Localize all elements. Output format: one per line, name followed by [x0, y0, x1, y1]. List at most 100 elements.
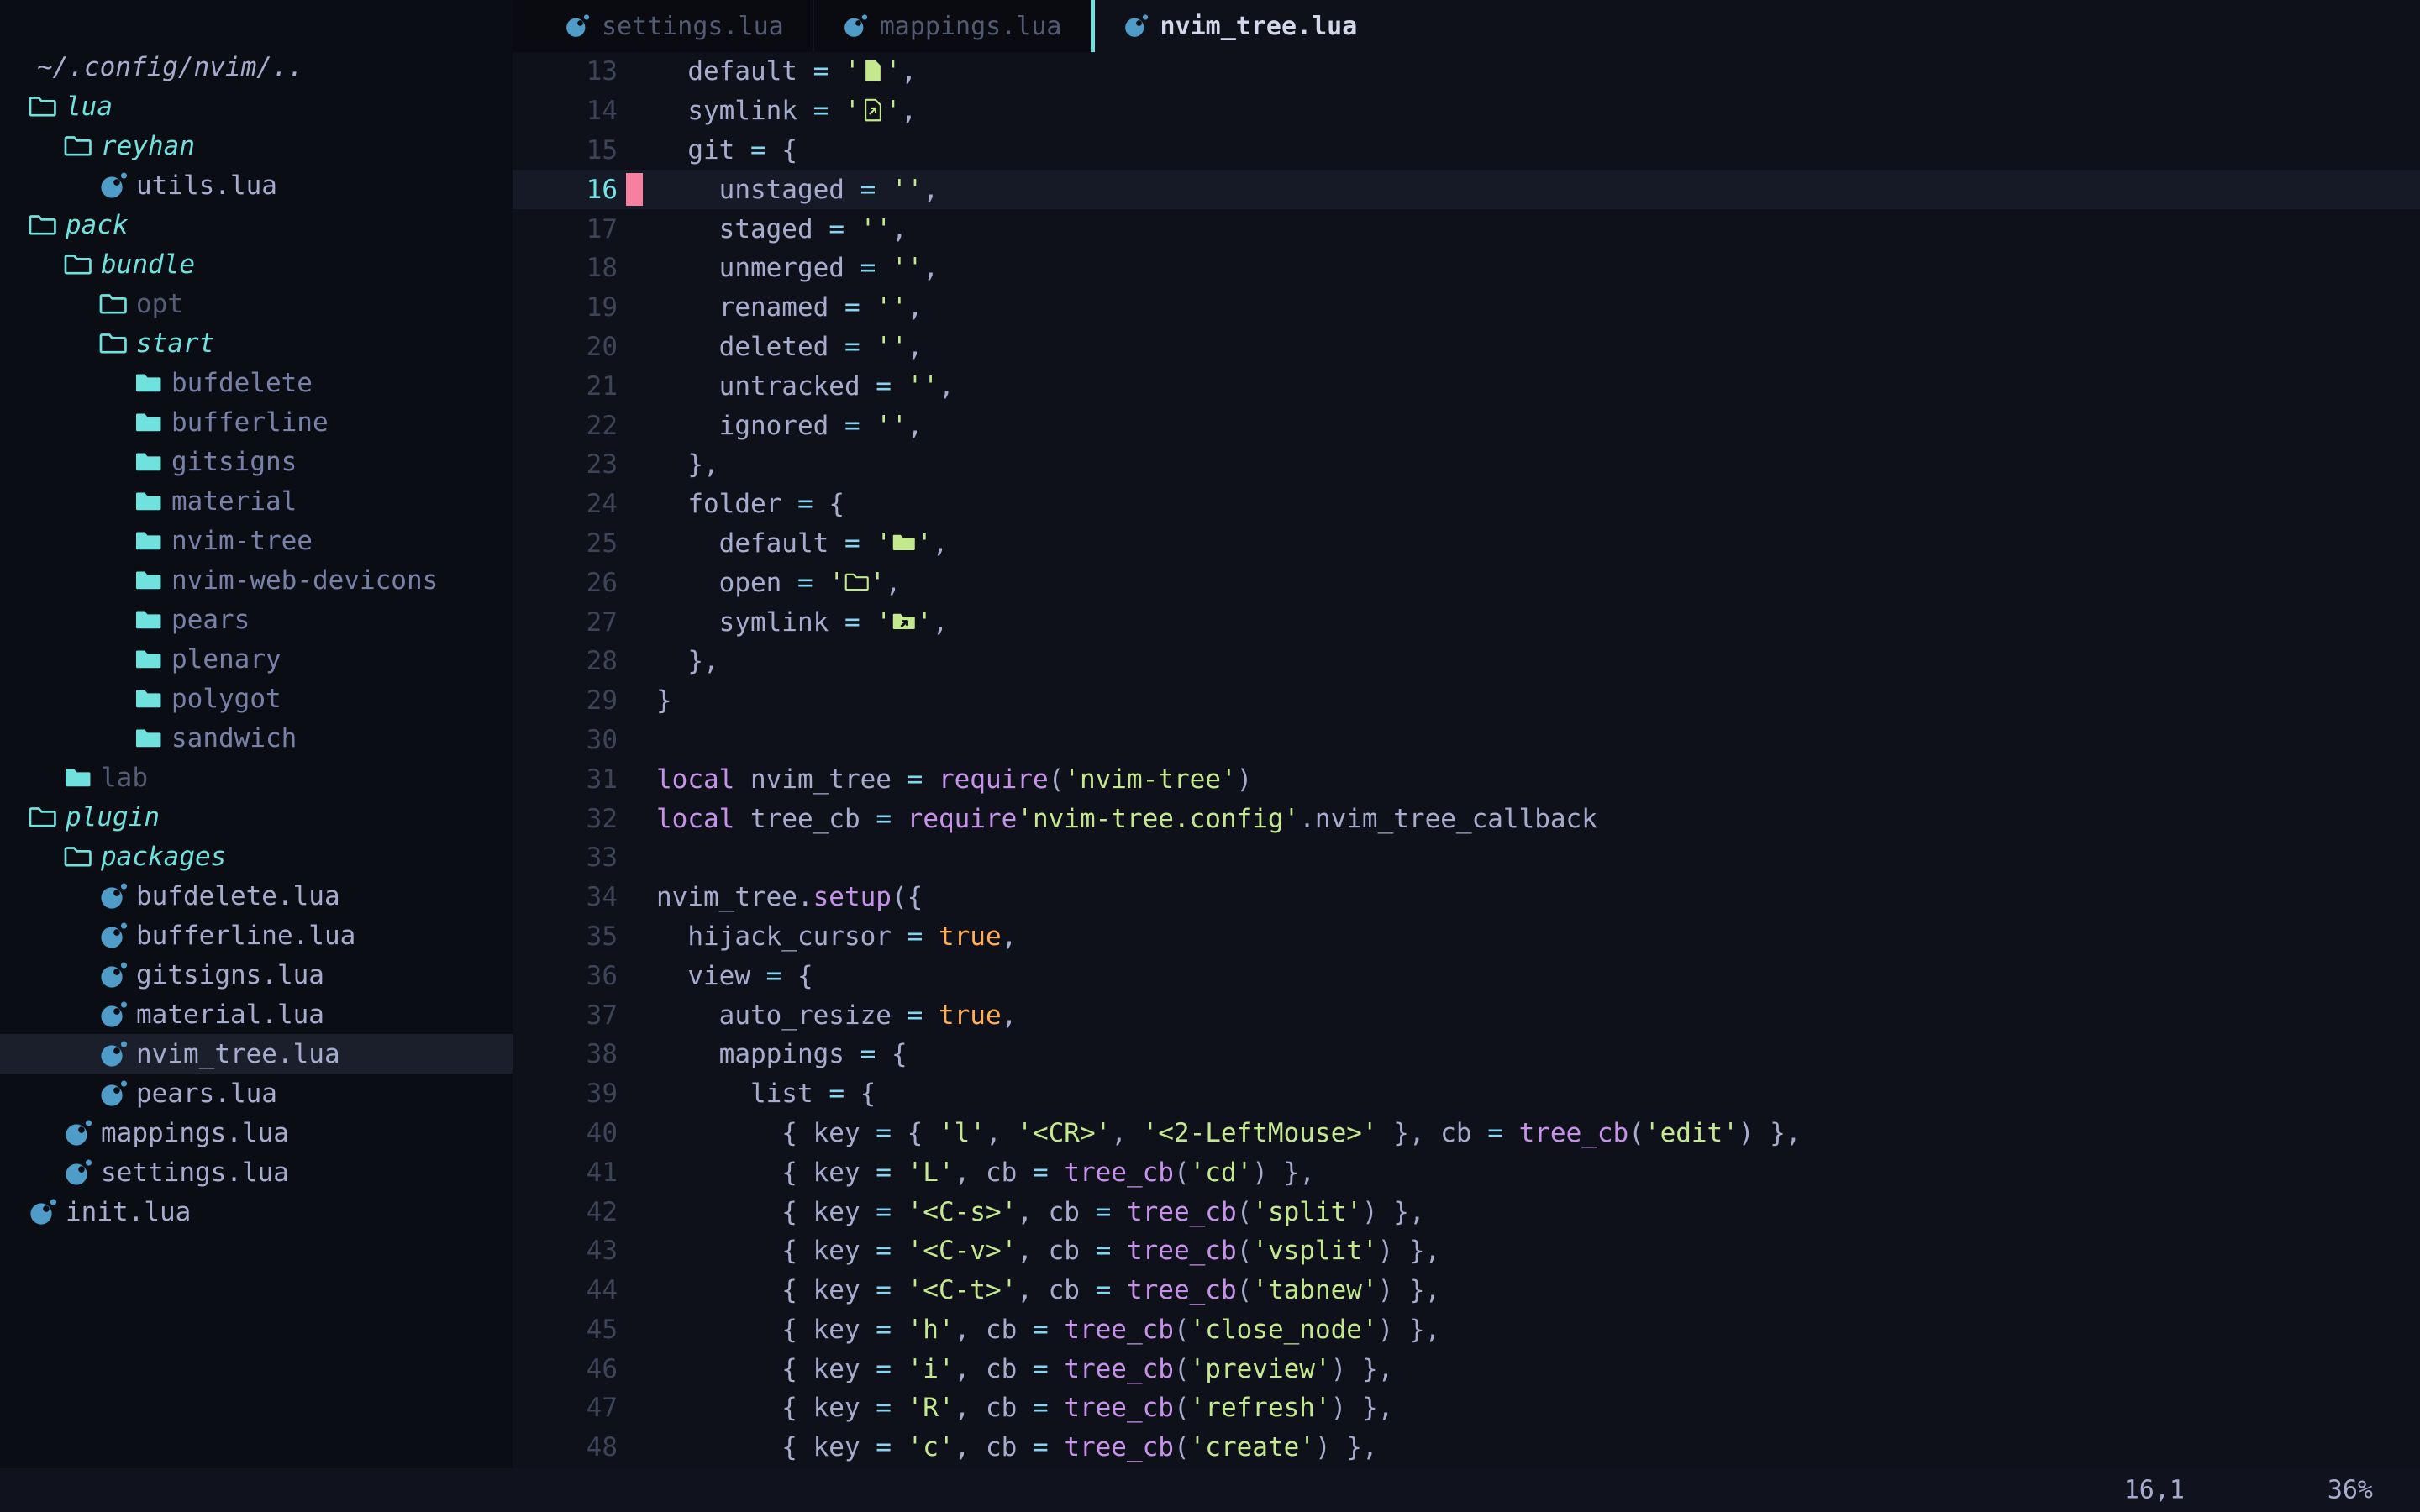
code-line-24[interactable]: 24 folder = { — [513, 485, 2420, 524]
tree-item-bufdelete-lua[interactable]: bufdelete.lua — [0, 876, 513, 916]
tree-item-nvim-tree-lua[interactable]: nvim_tree.lua — [0, 1034, 513, 1074]
code-line-39[interactable]: 39 list = { — [513, 1074, 2420, 1114]
tree-item-bufdelete[interactable]: bufdelete — [0, 363, 513, 402]
gutter-spacer — [618, 485, 656, 524]
tree-item-config-nvim[interactable]: ~/.config/nvim/.. — [0, 47, 513, 87]
code-line-36[interactable]: 36 view = { — [513, 956, 2420, 995]
code-text: open = '', — [656, 568, 901, 598]
tree-item-label: bufferline.lua — [136, 921, 355, 951]
code-line-27[interactable]: 27 symlink = '', — [513, 602, 2420, 642]
tree-item-gitsigns[interactable]: gitsigns — [0, 442, 513, 481]
code-line-46[interactable]: 46 { key = 'i', cb = tree_cb('preview') … — [513, 1349, 2420, 1389]
tree-item-bundle[interactable]: bundle — [0, 244, 513, 284]
tree-item-reyhan[interactable]: reyhan — [0, 126, 513, 165]
tab-mappings-lua[interactable]: mappings.lua — [813, 0, 1091, 52]
lua-file-icon — [99, 1079, 128, 1108]
code-text: { key = '<C-t>', cb = tree_cb('tabnew') … — [656, 1275, 1440, 1305]
code-line-33[interactable]: 33 — [513, 838, 2420, 878]
gutter-spacer — [618, 799, 656, 838]
tree-item-mappings-lua[interactable]: mappings.lua — [0, 1113, 513, 1152]
code-text: mappings = { — [656, 1039, 908, 1069]
code-line-45[interactable]: 45 { key = 'h', cb = tree_cb('close_node… — [513, 1310, 2420, 1350]
line-number: 32 — [513, 804, 618, 834]
tab-settings-lua[interactable]: settings.lua — [536, 0, 813, 52]
line-number: 17 — [513, 214, 618, 244]
code-line-41[interactable]: 41 { key = 'L', cb = tree_cb('cd') }, — [513, 1152, 2420, 1192]
tree-item-lab[interactable]: lab — [0, 758, 513, 797]
tree-item-nvim-tree[interactable]: nvim-tree — [0, 521, 513, 560]
code-line-13[interactable]: 13 default = '', — [513, 52, 2420, 92]
tree-item-material[interactable]: material — [0, 481, 513, 521]
code-line-43[interactable]: 43 { key = '<C-v>', cb = tree_cb('vsplit… — [513, 1231, 2420, 1271]
code-line-22[interactable]: 22 ignored = '', — [513, 406, 2420, 445]
code-line-32[interactable]: 32local tree_cb = require'nvim-tree.conf… — [513, 799, 2420, 838]
tree-item-plugin[interactable]: plugin — [0, 797, 513, 837]
lua-file-icon — [99, 1000, 128, 1029]
line-number: 23 — [513, 449, 618, 480]
code-line-26[interactable]: 26 open = '', — [513, 563, 2420, 602]
code-line-35[interactable]: 35 hijack_cursor = true, — [513, 917, 2420, 957]
folder-closed-icon — [134, 369, 163, 397]
tree-item-label: plenary — [171, 644, 281, 675]
code-line-40[interactable]: 40 { key = { 'l', '<CR>', '<2-LeftMouse>… — [513, 1114, 2420, 1153]
code-line-20[interactable]: 20 deleted = '', — [513, 328, 2420, 367]
code-line-31[interactable]: 31local nvim_tree = require('nvim-tree') — [513, 759, 2420, 799]
code-line-19[interactable]: 19 renamed = '', — [513, 288, 2420, 328]
block-cursor — [626, 173, 643, 206]
folder-open-icon — [64, 843, 92, 871]
tree-item-bufferline[interactable]: bufferline — [0, 402, 513, 442]
tree-item-utils-lua[interactable]: utils.lua — [0, 165, 513, 205]
code-line-17[interactable]: 17 staged = '', — [513, 209, 2420, 249]
gutter-spacer — [618, 1035, 656, 1074]
tree-item-pears-lua[interactable]: pears.lua — [0, 1074, 513, 1113]
code-line-23[interactable]: 23 }, — [513, 445, 2420, 485]
code-line-38[interactable]: 38 mappings = { — [513, 1035, 2420, 1074]
tree-item-label: pack — [66, 210, 129, 240]
code-line-18[interactable]: 18 unmerged = '', — [513, 249, 2420, 288]
tree-item-lua[interactable]: lua — [0, 87, 513, 126]
code-line-29[interactable]: 29} — [513, 681, 2420, 721]
tree-item-pears[interactable]: pears — [0, 600, 513, 639]
code-line-42[interactable]: 42 { key = '<C-s>', cb = tree_cb('split'… — [513, 1192, 2420, 1231]
tree-item-gitsigns-lua[interactable]: gitsigns.lua — [0, 955, 513, 995]
tree-item-nvim-web-devicons[interactable]: nvim-web-devicons — [0, 560, 513, 600]
tree-item-material-lua[interactable]: material.lua — [0, 995, 513, 1034]
tree-item-label: utils.lua — [136, 171, 277, 201]
code-line-30[interactable]: 30 — [513, 721, 2420, 760]
tab-nvim-tree-lua[interactable]: nvim_tree.lua — [1095, 0, 1386, 52]
code-line-16[interactable]: 16 unstaged = '', — [513, 170, 2420, 209]
tree-item-start[interactable]: start — [0, 323, 513, 363]
lua-file-icon — [99, 171, 128, 200]
code-line-48[interactable]: 48 { key = 'c', cb = tree_cb('create') }… — [513, 1428, 2420, 1467]
line-number: 46 — [513, 1354, 618, 1384]
code-line-15[interactable]: 15 git = { — [513, 131, 2420, 171]
code-line-47[interactable]: 47 { key = 'R', cb = tree_cb('refresh') … — [513, 1389, 2420, 1428]
code-line-34[interactable]: 34nvim_tree.setup({ — [513, 878, 2420, 917]
folder-closed-icon — [134, 645, 163, 674]
code-line-44[interactable]: 44 { key = '<C-t>', cb = tree_cb('tabnew… — [513, 1271, 2420, 1310]
tree-item-init-lua[interactable]: init.lua — [0, 1192, 513, 1231]
line-number: 13 — [513, 56, 618, 87]
gutter-spacer — [618, 681, 656, 721]
tree-item-settings-lua[interactable]: settings.lua — [0, 1152, 513, 1192]
code-line-25[interactable]: 25 default = '', — [513, 524, 2420, 564]
tree-item-bufferline-lua[interactable]: bufferline.lua — [0, 916, 513, 955]
tree-item-plenary[interactable]: plenary — [0, 639, 513, 679]
code-text: { key = 'h', cb = tree_cb('close_node') … — [656, 1315, 1440, 1345]
tree-item-packages[interactable]: packages — [0, 837, 513, 876]
tree-item-opt[interactable]: opt — [0, 284, 513, 323]
code-line-21[interactable]: 21 untracked = '', — [513, 366, 2420, 406]
code-line-14[interactable]: 14 symlink = '', — [513, 92, 2420, 131]
tree-item-sandwich[interactable]: sandwich — [0, 718, 513, 758]
code-line-37[interactable]: 37 auto_resize = true, — [513, 995, 2420, 1035]
tree-item-polygot[interactable]: polygot — [0, 679, 513, 718]
tree-item-label: bufdelete — [171, 368, 313, 398]
tree-item-label: gitsigns.lua — [136, 960, 324, 990]
code-line-28[interactable]: 28 }, — [513, 642, 2420, 681]
code-text: symlink = '', — [656, 96, 917, 126]
code-text: folder = { — [656, 489, 844, 519]
code-text: { key = 'i', cb = tree_cb('preview') }, — [656, 1354, 1393, 1384]
code-buffer[interactable]: 13 default = '',14 symlink = '',15 git =… — [513, 52, 2420, 1467]
tree-item-label: lua — [66, 92, 113, 122]
tree-item-pack[interactable]: pack — [0, 205, 513, 244]
